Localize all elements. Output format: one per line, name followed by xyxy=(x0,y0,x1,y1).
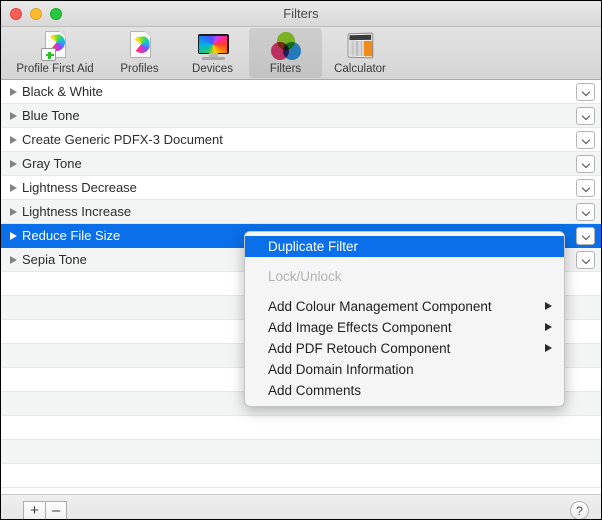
toolbar-label-profiles: Profiles xyxy=(120,63,159,75)
window-title: Filters xyxy=(283,6,319,21)
chevron-down-icon xyxy=(582,257,589,264)
filter-row[interactable]: Black & White xyxy=(1,80,601,104)
disclosure-triangle-icon[interactable] xyxy=(10,135,17,144)
menu-separator xyxy=(245,257,564,266)
filter-row[interactable]: Create Generic PDFX-3 Document xyxy=(1,128,601,152)
disclosure-triangle-icon[interactable] xyxy=(10,159,17,168)
filter-row[interactable]: Lightness Increase xyxy=(1,200,601,224)
context-menu-item[interactable]: Add Image Effects Component xyxy=(245,317,564,338)
context-menu-item-label: Add Comments xyxy=(268,383,362,398)
context-menu-item-label: Add Domain Information xyxy=(268,362,414,377)
chevron-down-icon xyxy=(582,89,589,96)
chevron-down-icon xyxy=(582,209,589,216)
toolbar-item-filters[interactable]: Filters xyxy=(249,28,322,78)
filter-row-label: Lightness Increase xyxy=(22,204,132,219)
chevron-down-icon xyxy=(582,137,589,144)
title-bar: Filters xyxy=(1,1,601,27)
filter-row-empty[interactable] xyxy=(1,440,601,464)
toolbar: Profile First Aid Profiles Devices Filte… xyxy=(1,27,601,80)
context-menu-item-label: Add Image Effects Component xyxy=(268,320,452,335)
bottom-bar: + – ? xyxy=(1,494,601,519)
filter-popup-button[interactable] xyxy=(576,131,595,149)
disclosure-triangle-icon[interactable] xyxy=(10,231,17,240)
toolbar-label-filters: Filters xyxy=(269,63,302,75)
toolbar-label-devices: Devices xyxy=(192,63,233,75)
remove-filter-button[interactable]: – xyxy=(45,501,67,519)
context-menu-item-label: Add PDF Retouch Component xyxy=(268,341,451,356)
disclosure-triangle-icon[interactable] xyxy=(10,183,17,192)
filter-popup-button[interactable] xyxy=(576,251,595,269)
chevron-down-icon xyxy=(582,113,589,120)
context-menu-item[interactable]: Add PDF Retouch Component xyxy=(245,338,564,359)
filter-popup-button[interactable] xyxy=(576,107,595,125)
filter-popup-button[interactable] xyxy=(576,83,595,101)
context-menu-item[interactable]: Add Comments xyxy=(245,380,564,401)
filter-row-label: Gray Tone xyxy=(22,156,82,171)
toolbar-item-profiles[interactable]: Profiles xyxy=(103,28,176,78)
filter-popup-button[interactable] xyxy=(576,155,595,173)
filter-row-label: Black & White xyxy=(22,84,103,99)
filter-row[interactable]: Lightness Decrease xyxy=(1,176,601,200)
submenu-arrow-icon xyxy=(545,302,552,310)
add-remove-segmented-control: + – xyxy=(23,501,67,519)
chevron-down-icon xyxy=(582,233,589,240)
context-menu-item[interactable]: Add Domain Information xyxy=(245,359,564,380)
filter-row-label: Lightness Decrease xyxy=(22,180,137,195)
context-menu-item: Lock/Unlock xyxy=(245,266,564,287)
filter-row-empty[interactable] xyxy=(1,464,601,488)
context-menu-item[interactable]: Add Colour Management Component xyxy=(245,296,564,317)
toolbar-label-calculator: Calculator xyxy=(334,63,386,75)
chevron-down-icon xyxy=(582,185,589,192)
toolbar-item-profile-first-aid[interactable]: Profile First Aid xyxy=(7,28,103,78)
filters-icon xyxy=(269,30,303,62)
disclosure-triangle-icon[interactable] xyxy=(10,255,17,264)
filter-row-label: Create Generic PDFX-3 Document xyxy=(22,132,223,147)
profile-first-aid-icon xyxy=(38,30,72,62)
toolbar-item-devices[interactable]: Devices xyxy=(176,28,249,78)
toolbar-item-calculator[interactable]: Calculator xyxy=(322,28,398,78)
menu-separator xyxy=(245,287,564,296)
toolbar-label-profile-first-aid: Profile First Aid xyxy=(16,63,94,75)
disclosure-triangle-icon[interactable] xyxy=(10,207,17,216)
submenu-arrow-icon xyxy=(545,323,552,331)
chevron-down-icon xyxy=(582,161,589,168)
calculator-icon xyxy=(343,30,377,62)
filter-row[interactable]: Blue Tone xyxy=(1,104,601,128)
filter-popup-button[interactable] xyxy=(576,179,595,197)
disclosure-triangle-icon[interactable] xyxy=(10,111,17,120)
submenu-arrow-icon xyxy=(545,344,552,352)
context-menu-item[interactable]: Duplicate Filter xyxy=(245,236,564,257)
add-filter-button[interactable]: + xyxy=(23,501,45,519)
profiles-icon xyxy=(123,30,157,62)
filter-row-empty[interactable] xyxy=(1,416,601,440)
context-menu-item-label: Duplicate Filter xyxy=(268,239,359,254)
filter-row-label: Reduce File Size xyxy=(22,228,121,243)
colorsync-utility-window: Filters Profile First Aid Profiles Devic… xyxy=(0,0,602,520)
context-menu-item-label: Add Colour Management Component xyxy=(268,299,492,314)
context-menu[interactable]: Duplicate Filter Lock/Unlock Add Colour Ma… xyxy=(244,231,565,407)
filter-popup-button[interactable] xyxy=(576,203,595,221)
filter-row[interactable]: Gray Tone xyxy=(1,152,601,176)
context-menu-item-label: Lock/Unlock xyxy=(268,269,342,284)
disclosure-triangle-icon[interactable] xyxy=(10,87,17,96)
filter-row-label: Blue Tone xyxy=(22,108,80,123)
filter-popup-button[interactable] xyxy=(576,227,595,245)
filter-row-label: Sepia Tone xyxy=(22,252,87,267)
devices-icon xyxy=(196,30,230,62)
help-button[interactable]: ? xyxy=(570,501,589,519)
